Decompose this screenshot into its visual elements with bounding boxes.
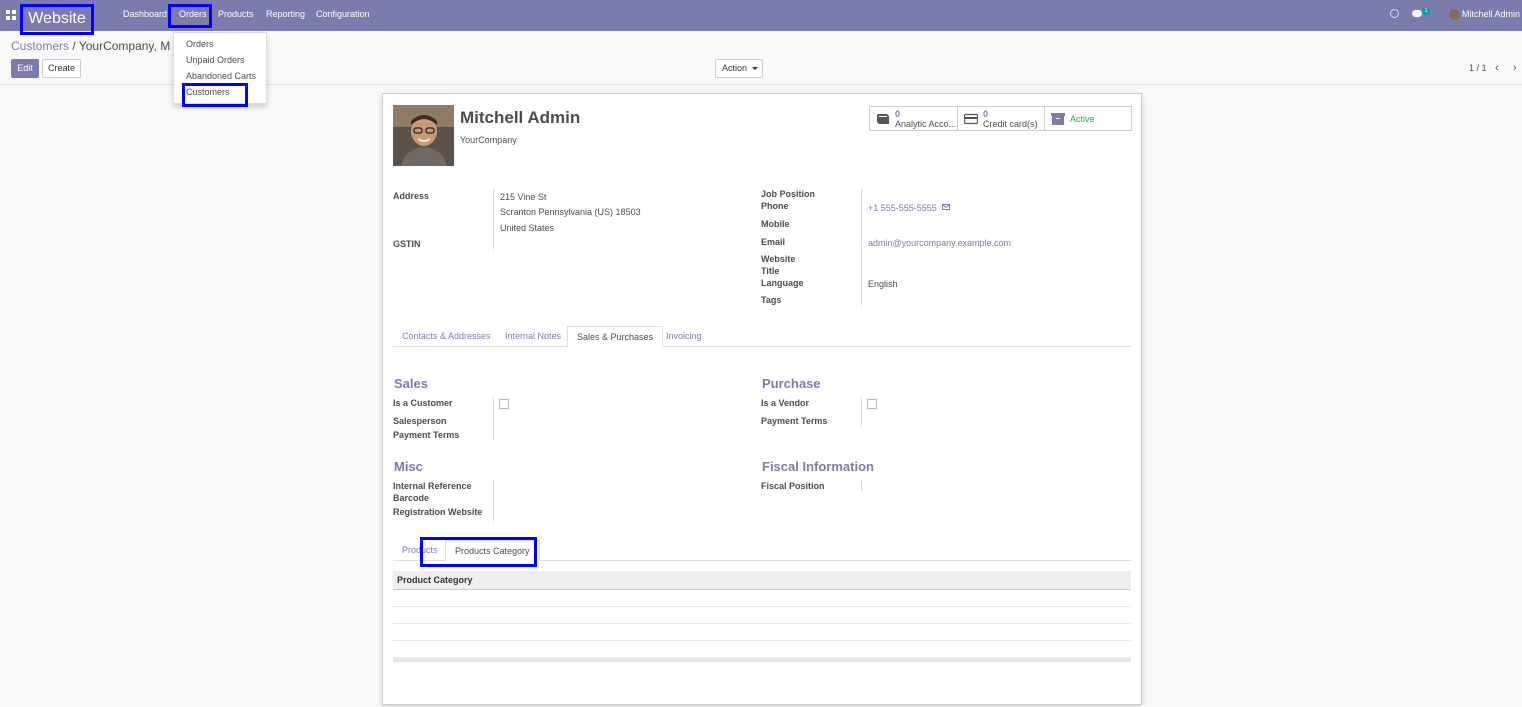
form-sheet: Mitchell Admin YourCompany 0 Analytic Ac… — [382, 93, 1142, 705]
active-toggle-button[interactable]: Active — [1045, 107, 1131, 130]
customers-highlight — [182, 83, 248, 107]
language-value[interactable]: English — [868, 279, 898, 289]
purchase-section-title: Purchase — [762, 376, 821, 391]
partner-name: Mitchell Admin — [460, 108, 581, 127]
notebook-tabs: Contacts & Addresses Internal Notes Sale… — [393, 326, 1131, 347]
tab-internal-notes[interactable]: Internal Notes — [496, 326, 570, 347]
is-customer-checkbox[interactable] — [499, 399, 509, 409]
card-count: 0 — [983, 109, 989, 119]
is-vendor-checkbox[interactable] — [867, 399, 877, 409]
credit-cards-button[interactable]: 0 Credit card(s) — [958, 107, 1045, 130]
action-dropdown-button[interactable]: Action — [715, 59, 763, 78]
tab-sales-purchases[interactable]: Sales & Purchases — [567, 326, 664, 347]
sales-section-title: Sales — [394, 376, 428, 391]
email-label: Email — [761, 237, 786, 247]
dropdown-item-abandoned-carts[interactable]: Abandoned Carts — [186, 71, 256, 81]
field-separator — [493, 480, 494, 522]
user-avatar[interactable] — [1449, 9, 1460, 20]
table-row — [393, 606, 1131, 607]
fiscal-section-title: Fiscal Information — [762, 459, 874, 474]
field-separator — [493, 188, 494, 250]
credit-card-icon — [964, 113, 978, 125]
action-label: Action — [722, 63, 748, 73]
is-customer-label: Is a Customer — [393, 398, 453, 408]
dropdown-item-orders[interactable]: Orders — [186, 39, 214, 49]
products-category-highlight — [420, 537, 537, 567]
field-separator — [861, 397, 862, 427]
tab-invoicing[interactable]: Invoicing — [657, 326, 711, 347]
fiscal-position-label: Fiscal Position — [761, 481, 825, 491]
field-separator — [861, 480, 862, 492]
mobile-label: Mobile — [761, 219, 790, 229]
misc-section-title: Misc — [394, 459, 423, 474]
menu-reporting[interactable]: Reporting — [266, 9, 305, 19]
address-country: United States — [500, 223, 555, 233]
website-label: Website — [761, 254, 796, 264]
menu-configuration[interactable]: Configuration — [316, 9, 370, 19]
app-brand[interactable]: Website — [20, 4, 94, 35]
smart-buttons: 0 Analytic Acco... 0 Credit card(s) Acti… — [869, 106, 1132, 131]
archive-icon — [1051, 113, 1065, 125]
user-menu[interactable]: Mitchell Admin — [1462, 9, 1520, 19]
menu-products[interactable]: Products — [218, 9, 254, 19]
table-footer — [393, 657, 1131, 662]
internal-reference-label: Internal Reference — [393, 481, 472, 491]
field-separator — [861, 188, 862, 306]
sales-payment-terms-label: Payment Terms — [393, 430, 460, 440]
analytic-count: 0 — [895, 109, 901, 119]
registration-website-label: Registration Website — [393, 507, 483, 517]
message-count-badge: 1 — [1422, 7, 1430, 15]
partner-company: YourCompany — [460, 135, 517, 145]
menu-dashboard[interactable]: Dashboard — [123, 9, 167, 19]
breadcrumb: Customers / YourCompany, M — [11, 39, 170, 53]
edit-button[interactable]: Edit — [11, 59, 39, 78]
address-city-state-zip: Scranton Pennsylvania (US) 18503 — [500, 207, 641, 217]
email-value[interactable]: admin@yourcompany.example.com — [868, 238, 1011, 248]
table-row — [393, 623, 1131, 624]
phone-value[interactable]: +1 555-555-5555 — [868, 203, 937, 213]
book-icon — [877, 114, 889, 124]
address-street: 215 Vine St — [500, 192, 547, 202]
orders-highlight — [168, 4, 212, 28]
pager-value[interactable]: 1 / 1 — [1469, 63, 1487, 73]
purchase-payment-terms-label: Payment Terms — [761, 416, 828, 426]
is-vendor-label: Is a Vendor — [761, 398, 810, 408]
analytic-label: Analytic Acco... — [895, 119, 957, 129]
field-separator — [493, 397, 494, 441]
barcode-label: Barcode — [393, 493, 430, 503]
card-label: Credit card(s) — [983, 119, 1038, 129]
product-category-column-header[interactable]: Product Category — [393, 571, 1131, 590]
breadcrumb-customers[interactable]: Customers — [11, 39, 69, 53]
salesperson-label: Salesperson — [393, 416, 447, 426]
caret-down-icon — [752, 67, 759, 71]
gstin-label: GSTIN — [393, 239, 421, 249]
sms-envelope-icon[interactable] — [942, 204, 950, 210]
table-row — [393, 640, 1131, 641]
messaging-icon[interactable] — [1412, 10, 1422, 17]
title-label: Title — [761, 266, 780, 276]
chevron-left-icon[interactable]: ‹ — [1495, 62, 1499, 74]
chevron-right-icon[interactable]: › — [1513, 62, 1517, 74]
phone-label: Phone — [761, 201, 789, 211]
analytic-accounts-button[interactable]: 0 Analytic Acco... — [870, 107, 958, 130]
orders-dropdown-menu: Orders Unpaid Orders Abandoned Carts Cus… — [173, 32, 267, 107]
job-position-label: Job Position — [761, 189, 815, 199]
top-navbar: Website Dashboard Orders Products Report… — [0, 0, 1522, 35]
create-button[interactable]: Create — [42, 59, 81, 78]
tags-label: Tags — [761, 295, 782, 305]
dropdown-item-unpaid-orders[interactable]: Unpaid Orders — [186, 55, 245, 65]
apps-menu-icon[interactable] — [6, 10, 16, 20]
active-label: Active — [1070, 114, 1095, 124]
activity-clock-icon[interactable] — [1390, 9, 1399, 18]
language-label: Language — [761, 278, 804, 288]
breadcrumb-current: YourCompany, M — [78, 39, 171, 53]
tab-contacts-addresses[interactable]: Contacts & Addresses — [393, 326, 500, 347]
partner-avatar — [393, 105, 454, 166]
address-label: Address — [393, 191, 430, 201]
breadcrumb-separator: / — [72, 39, 76, 53]
